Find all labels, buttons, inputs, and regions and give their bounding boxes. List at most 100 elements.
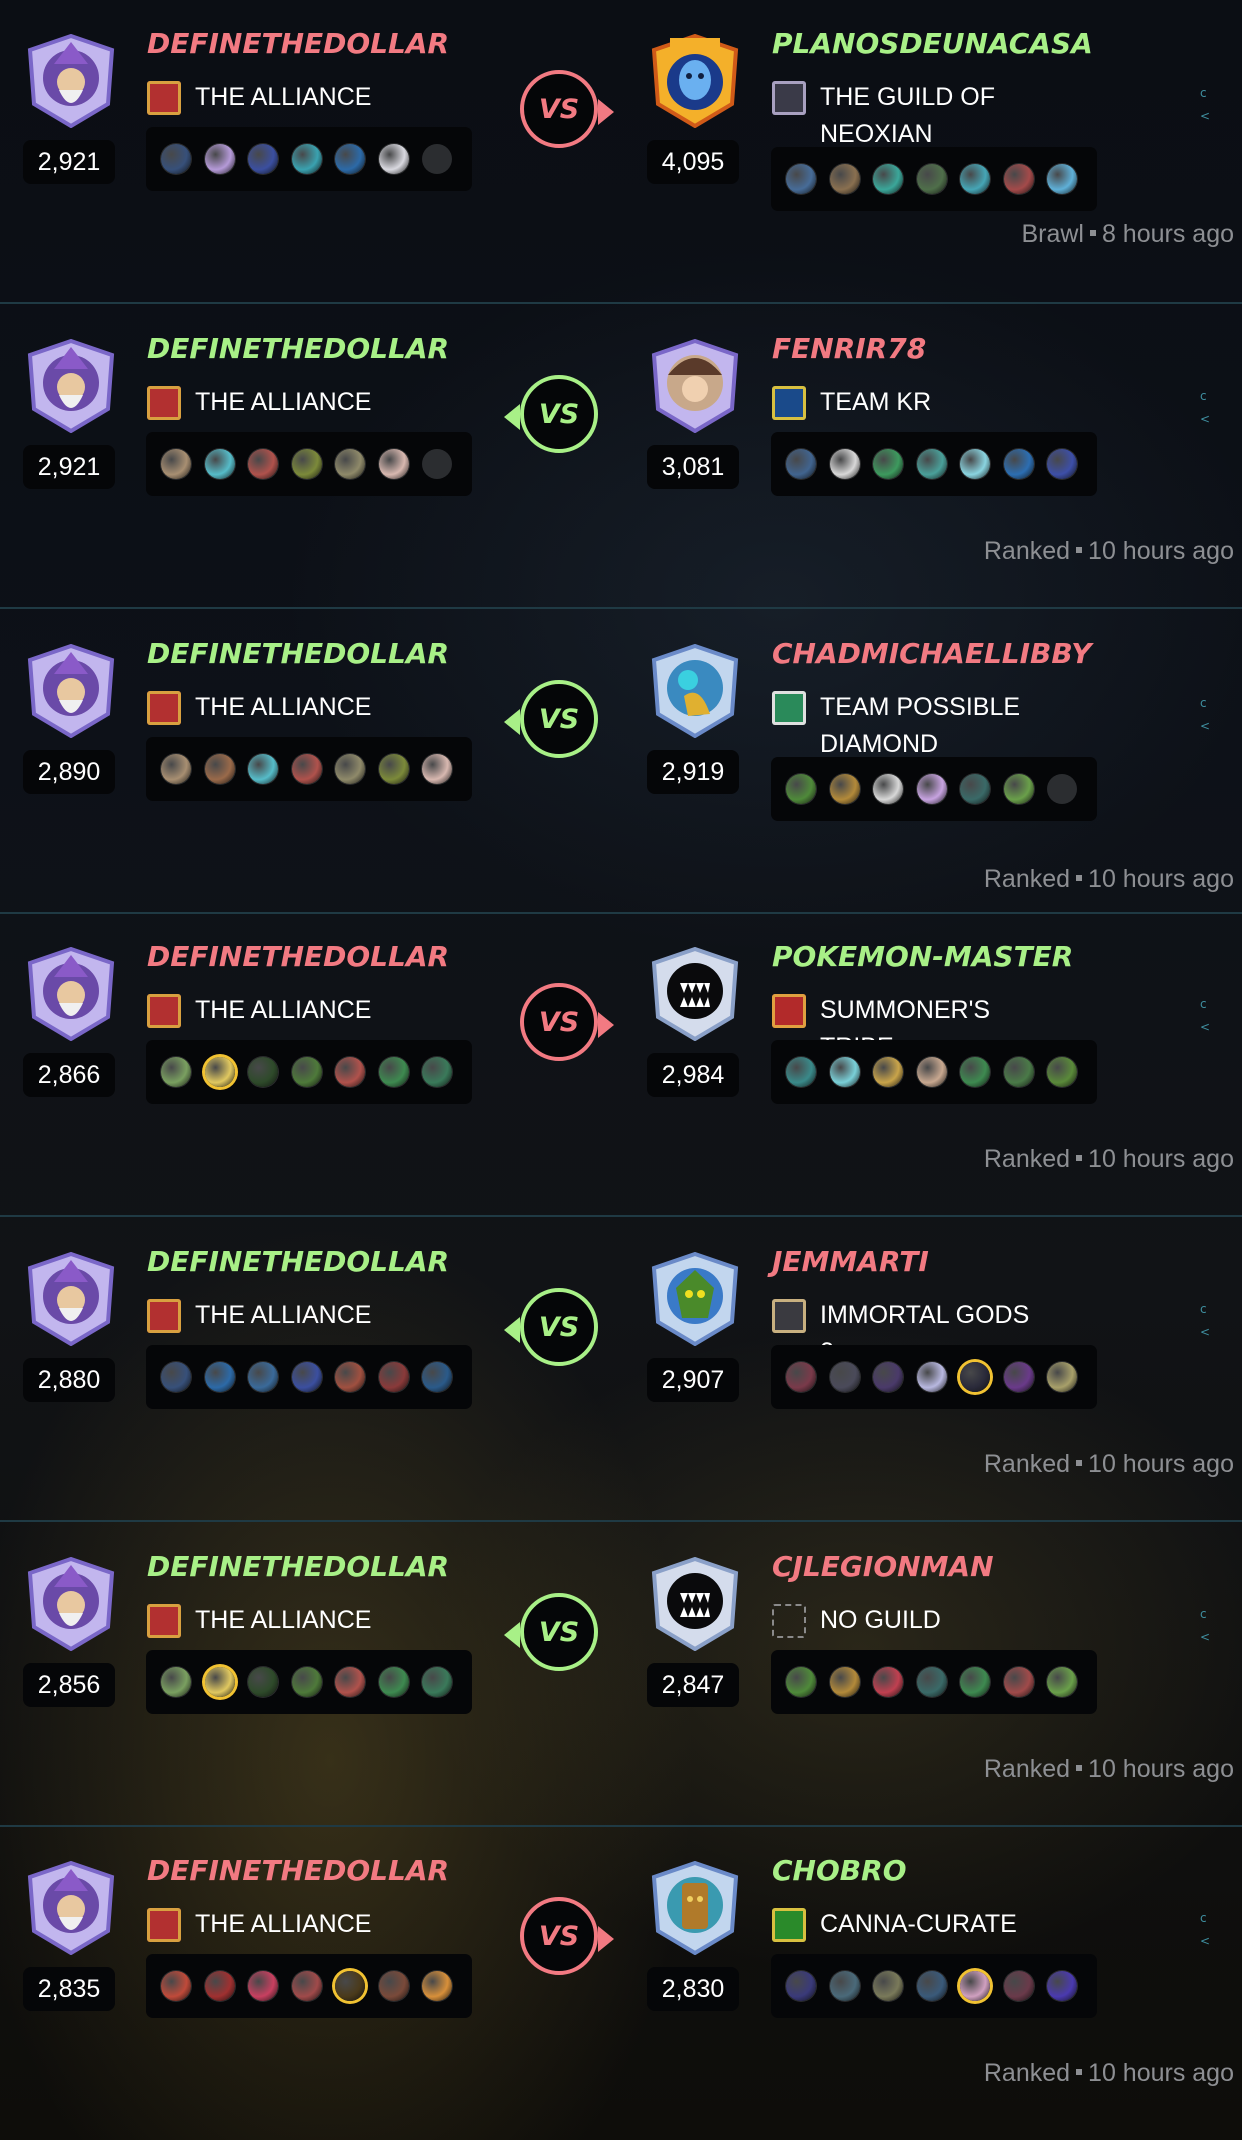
card-icon[interactable] [1003, 1057, 1034, 1087]
card-icon[interactable] [161, 754, 191, 784]
battle-row[interactable]: 2,890 DEFINETHEDOLLAR THE ALLIANCE 2,919 CHA… [0, 610, 1242, 914]
card-icon[interactable] [786, 164, 816, 194]
card-icon[interactable] [378, 1667, 409, 1697]
card-icon[interactable] [248, 144, 278, 174]
share-icon[interactable]: < [1200, 105, 1214, 128]
card-icon[interactable] [1047, 449, 1077, 479]
battle-row[interactable]: 2,921 DEFINETHEDOLLAR THE ALLIANCE 3,081 FEN… [0, 305, 1242, 609]
share-icons[interactable]: c < [1200, 1907, 1214, 1953]
card-icon[interactable] [378, 1057, 409, 1087]
card-icon[interactable] [916, 164, 947, 194]
guild[interactable]: THE GUILD OF NEOXIAN [772, 79, 1040, 153]
card-icon[interactable] [916, 1667, 947, 1697]
card-icon[interactable] [335, 754, 365, 784]
card-icon[interactable] [916, 1057, 947, 1087]
card-icon[interactable] [335, 449, 365, 479]
guild[interactable]: THE ALLIANCE [147, 992, 395, 1029]
card-icon[interactable] [422, 1362, 452, 1392]
wizard-avatar[interactable] [24, 34, 118, 128]
card-icon[interactable] [291, 1667, 322, 1697]
guild[interactable]: THE ALLIANCE [147, 1297, 395, 1334]
battle-row[interactable]: 2,856 DEFINETHEDOLLAR THE ALLIANCE 2,847 CJL… [0, 1523, 1242, 1827]
card-icon[interactable] [248, 1057, 278, 1087]
copy-icon[interactable]: c [1200, 385, 1214, 408]
card-icon[interactable] [960, 164, 990, 194]
card-icon[interactable] [335, 1667, 365, 1697]
card-icon[interactable] [161, 1971, 191, 2001]
card-icon[interactable] [248, 1362, 278, 1392]
card-icon[interactable] [378, 449, 409, 479]
card-icon[interactable] [1047, 1667, 1077, 1697]
card-icon[interactable] [378, 754, 409, 784]
copy-icon[interactable]: c [1200, 1298, 1214, 1321]
card-icon[interactable] [960, 1667, 990, 1697]
share-icon[interactable]: < [1200, 715, 1214, 738]
battle-row[interactable]: 2,921 DEFINETHEDOLLAR THE ALLIANCE 4,095 PLA… [0, 0, 1242, 304]
wizard-avatar[interactable] [24, 339, 118, 433]
card-icon[interactable] [422, 1667, 452, 1697]
share-icon[interactable]: < [1200, 1930, 1214, 1953]
player-name[interactable]: DEFINETHEDOLLAR [147, 637, 449, 670]
card-icon[interactable] [960, 774, 990, 804]
card-icon[interactable] [248, 449, 278, 479]
guild[interactable]: CANNA-CURATE [772, 1906, 1040, 1943]
card-icon[interactable] [335, 1057, 365, 1087]
wizard-avatar[interactable] [24, 947, 118, 1041]
card-icon[interactable] [960, 1057, 990, 1087]
guild[interactable]: NO GUILD [772, 1602, 1040, 1639]
wizard-avatar[interactable] [24, 1252, 118, 1346]
player-name[interactable]: DEFINETHEDOLLAR [147, 27, 449, 60]
copy-icon[interactable]: c [1200, 692, 1214, 715]
player-name[interactable]: DEFINETHEDOLLAR [147, 1245, 449, 1278]
guild[interactable]: TEAM POSSIBLE DIAMOND [772, 689, 1040, 763]
card-icon[interactable] [378, 144, 409, 174]
card-icon[interactable] [204, 754, 235, 784]
guild[interactable]: THE ALLIANCE [147, 1906, 395, 1943]
battle-row[interactable]: 2,866 DEFINETHEDOLLAR THE ALLIANCE 2,984 POK… [0, 913, 1242, 1217]
card-icon[interactable] [873, 1362, 903, 1392]
card-icon[interactable] [291, 1362, 322, 1392]
share-icon[interactable]: < [1200, 408, 1214, 431]
card-icon[interactable] [422, 1971, 452, 2001]
share-icons[interactable]: c < [1200, 692, 1214, 738]
card-icon[interactable] [786, 1971, 816, 2001]
card-icon[interactable] [1047, 1971, 1077, 2001]
card-icon[interactable] [873, 774, 903, 804]
player-name[interactable]: DEFINETHEDOLLAR [147, 1550, 449, 1583]
card-icon[interactable] [1003, 1362, 1034, 1392]
card-icon[interactable] [335, 1362, 365, 1392]
card-icon[interactable] [422, 754, 452, 784]
player-name[interactable]: CHADMICHAELLIBBY [772, 637, 1091, 670]
player-name[interactable]: DEFINETHEDOLLAR [147, 1854, 449, 1887]
card-icon[interactable] [873, 1667, 903, 1697]
card-icon[interactable] [786, 1362, 816, 1392]
guild[interactable]: THE ALLIANCE [147, 1602, 395, 1639]
card-icon[interactable] [204, 144, 235, 174]
card-icon[interactable] [161, 1362, 191, 1392]
card-icon[interactable] [960, 449, 990, 479]
card-icon[interactable] [248, 754, 278, 784]
empty-card-slot[interactable] [422, 144, 452, 174]
card-icon[interactable] [916, 449, 947, 479]
card-icon[interactable] [829, 449, 860, 479]
card-icon[interactable] [204, 1362, 235, 1392]
card-icon[interactable] [291, 144, 322, 174]
card-icon[interactable] [204, 1971, 235, 2001]
player-name[interactable]: CJLEGIONMAN [772, 1550, 994, 1583]
card-icon[interactable] [960, 1362, 990, 1392]
copy-icon[interactable]: c [1200, 82, 1214, 105]
player-name[interactable]: CHOBRO [772, 1854, 907, 1887]
card-icon[interactable] [873, 1971, 903, 2001]
card-icon[interactable] [829, 1057, 860, 1087]
share-icon[interactable]: < [1200, 1626, 1214, 1649]
wizard-avatar[interactable] [24, 644, 118, 738]
player-name[interactable]: DEFINETHEDOLLAR [147, 332, 449, 365]
card-icon[interactable] [248, 1667, 278, 1697]
card-icon[interactable] [873, 164, 903, 194]
guild[interactable]: THE ALLIANCE [147, 689, 395, 726]
card-icon[interactable] [204, 1057, 235, 1087]
card-icon[interactable] [873, 449, 903, 479]
empty-card-slot[interactable] [422, 449, 452, 479]
guild[interactable]: THE ALLIANCE [147, 384, 395, 421]
share-icons[interactable]: c < [1200, 385, 1214, 431]
